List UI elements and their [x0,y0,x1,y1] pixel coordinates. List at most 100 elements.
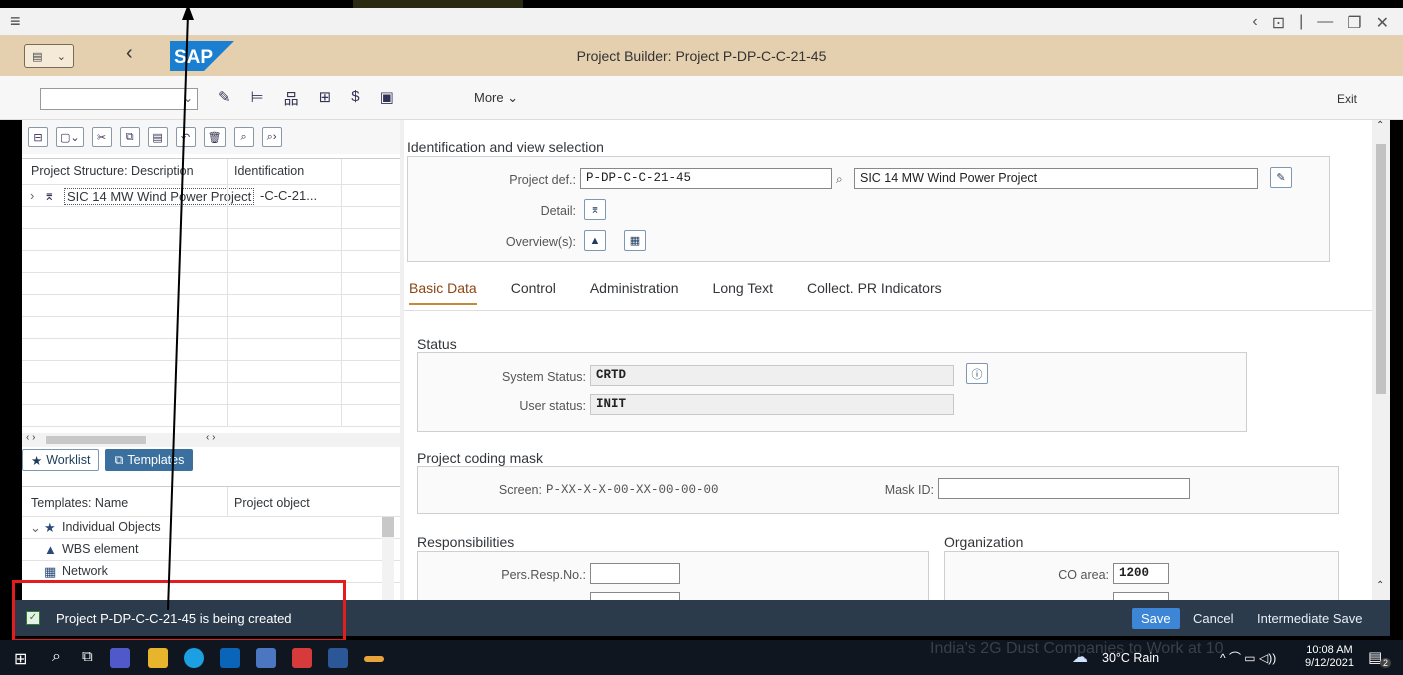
display-icon[interactable]: ▣ [380,88,394,109]
column-header-identification[interactable]: Identification [234,164,304,178]
tab-control[interactable]: Control [511,280,556,305]
pane-tabs: ★ Worklist ⧉ Templates [22,449,194,471]
user-status-field: INIT [590,394,954,415]
teams-icon[interactable] [110,648,130,668]
list-item[interactable]: ▲ WBS element [22,539,400,561]
hierarchy-icon[interactable]: 品 [284,88,299,109]
mask-id-input[interactable] [938,478,1190,499]
tab-templates[interactable]: ⧉ Templates [105,449,194,471]
table-row[interactable]: › ⌆ SIC 14 MW Wind Power Project -C-C-21… [22,185,400,207]
identification-box: Project def.: P-DP-C-C-21-45 ⌕ SIC 14 MW… [407,156,1330,262]
vertical-scrollbar[interactable] [382,517,394,601]
intermediate-save-button[interactable]: Intermediate Save [1257,611,1363,626]
file-explorer-icon[interactable] [148,648,168,668]
detail-vertical-scrollbar[interactable]: ⌃ ⌃ [1372,120,1390,600]
project-def-input[interactable]: P-DP-C-C-21-45 [580,168,832,189]
tab-collect-pr-indicators[interactable]: Collect. PR Indicators [807,280,942,305]
co-area-input[interactable]: 1200 [1113,563,1169,584]
exit-button[interactable]: Exit [1337,92,1357,106]
table-row [22,317,400,339]
weather-text[interactable]: 30°C Rain [1102,651,1159,665]
template-item-label[interactable]: Network [62,564,108,578]
tab-administration[interactable]: Administration [590,280,679,305]
tab-basic-data[interactable]: Basic Data [409,280,477,305]
status-info-icon[interactable]: ⓘ [966,363,988,384]
edit-icon[interactable]: ✎ [218,88,231,109]
minimize-icon[interactable]: — [1317,13,1333,33]
word-icon[interactable] [328,648,348,668]
responsibility-input[interactable] [590,592,680,600]
search-icon[interactable]: ⌕ [52,648,61,666]
task-view-icon[interactable]: ⧉ [82,648,93,665]
screen-label: Screen: [498,483,542,497]
list-item[interactable]: ▦ Network [22,561,400,583]
scrollbar-thumb[interactable] [46,436,146,444]
scroll-up-icon[interactable]: ⌃ [1376,120,1384,131]
edge-icon[interactable] [184,648,204,668]
hamburger-menu-icon[interactable]: ≡ [10,11,21,32]
app-icon[interactable] [256,648,276,668]
coding-mask-title: Project coding mask [417,450,544,466]
project-identification[interactable]: -C-C-21... [260,188,317,203]
project-description[interactable]: SIC 14 MW Wind Power Project [64,188,255,205]
search-next-icon[interactable]: ⌕› [261,127,282,147]
column-header-project-object[interactable]: Project object [234,496,310,510]
money-icon[interactable]: $ [351,88,359,109]
template-item-label[interactable]: Individual Objects [62,520,161,534]
tab-divider [404,310,1372,311]
sap-gui-icon[interactable] [364,656,384,662]
delete-icon[interactable]: 🗑 [203,127,226,147]
create-icon[interactable]: ▢⌄ [56,127,84,147]
cut-icon[interactable]: ✂ [91,127,112,147]
back-nav-icon[interactable]: ‹ [1252,13,1257,33]
templates-grid: Templates: Name Project object ⌄ ★ Indiv… [22,486,400,601]
pers-resp-input[interactable] [590,563,680,584]
paste-icon[interactable]: ▤ [147,127,168,147]
maximize-icon[interactable]: ❐ [1347,13,1361,33]
status-message[interactable]: Project P-DP-C-C-21-45 is being created [56,611,292,626]
project-description-input[interactable]: SIC 14 MW Wind Power Project [854,168,1258,189]
collapse-icon[interactable]: ⌄ [30,520,41,536]
system-tray-icons[interactable]: ^ ⌒ ▭ ◁)) [1220,649,1276,666]
copy-icon[interactable]: ⧉ [119,127,140,147]
column-header-templates-name[interactable]: Templates: Name [31,496,128,510]
wbs-overview-icon[interactable]: ▲ [584,230,606,251]
collapse-icon[interactable]: ⊟ [28,127,48,147]
tab-label: Templates [127,453,185,467]
save-button[interactable]: Save [1132,608,1180,629]
search-help-icon[interactable]: ⌕ [836,172,843,187]
template-item-label[interactable]: WBS element [62,542,138,556]
lock-icon[interactable]: ⊡ [1272,13,1285,33]
windows-taskbar: ⊞ ⌕ ⧉ India's 2G Dust Companies to Work … [0,640,1403,675]
align-icon[interactable]: ⊨ [251,88,264,109]
list-item[interactable]: ⌄ ★ Individual Objects [22,517,400,539]
more-button[interactable]: More ⌄ [474,90,518,106]
windows-start-icon[interactable]: ⊞ [14,649,27,669]
chevron-down-icon[interactable]: ⌄ [183,91,193,105]
scroll-arrows-icon[interactable]: ‹ › [206,432,215,443]
column-header-description[interactable]: Project Structure: Description [31,164,194,178]
close-icon[interactable]: ✕ [1376,13,1389,33]
command-field[interactable]: ⌄ [40,88,198,110]
scrollbar-thumb[interactable] [382,517,394,537]
outlook-icon[interactable] [220,648,240,668]
network-overview-icon[interactable]: ▦ [624,230,646,251]
expand-icon[interactable]: › [30,188,34,203]
column-divider [341,159,342,184]
project-detail-icon[interactable]: ⌆ [584,199,606,220]
clock[interactable]: 10:08 AM 9/12/2021 [1305,644,1354,670]
cancel-button[interactable]: Cancel [1193,611,1233,626]
search-icon[interactable]: ⌕ [233,127,254,147]
scroll-down-icon[interactable]: ⌃ [1376,580,1384,591]
undo-icon[interactable]: ↶ [175,127,196,147]
tab-long-text[interactable]: Long Text [713,280,773,305]
horizontal-scrollbar[interactable]: ‹ › ‹ › [22,432,400,447]
office-icon[interactable] [292,648,312,668]
organization-input[interactable] [1113,592,1169,600]
grid-icon[interactable]: ⊞ [319,88,332,109]
edit-description-icon[interactable]: ✎ [1270,167,1292,188]
tab-worklist[interactable]: ★ Worklist [22,449,100,471]
scrollbar-thumb[interactable] [1376,144,1386,394]
scroll-arrows-icon[interactable]: ‹ › [26,432,35,443]
table-row [22,207,400,229]
